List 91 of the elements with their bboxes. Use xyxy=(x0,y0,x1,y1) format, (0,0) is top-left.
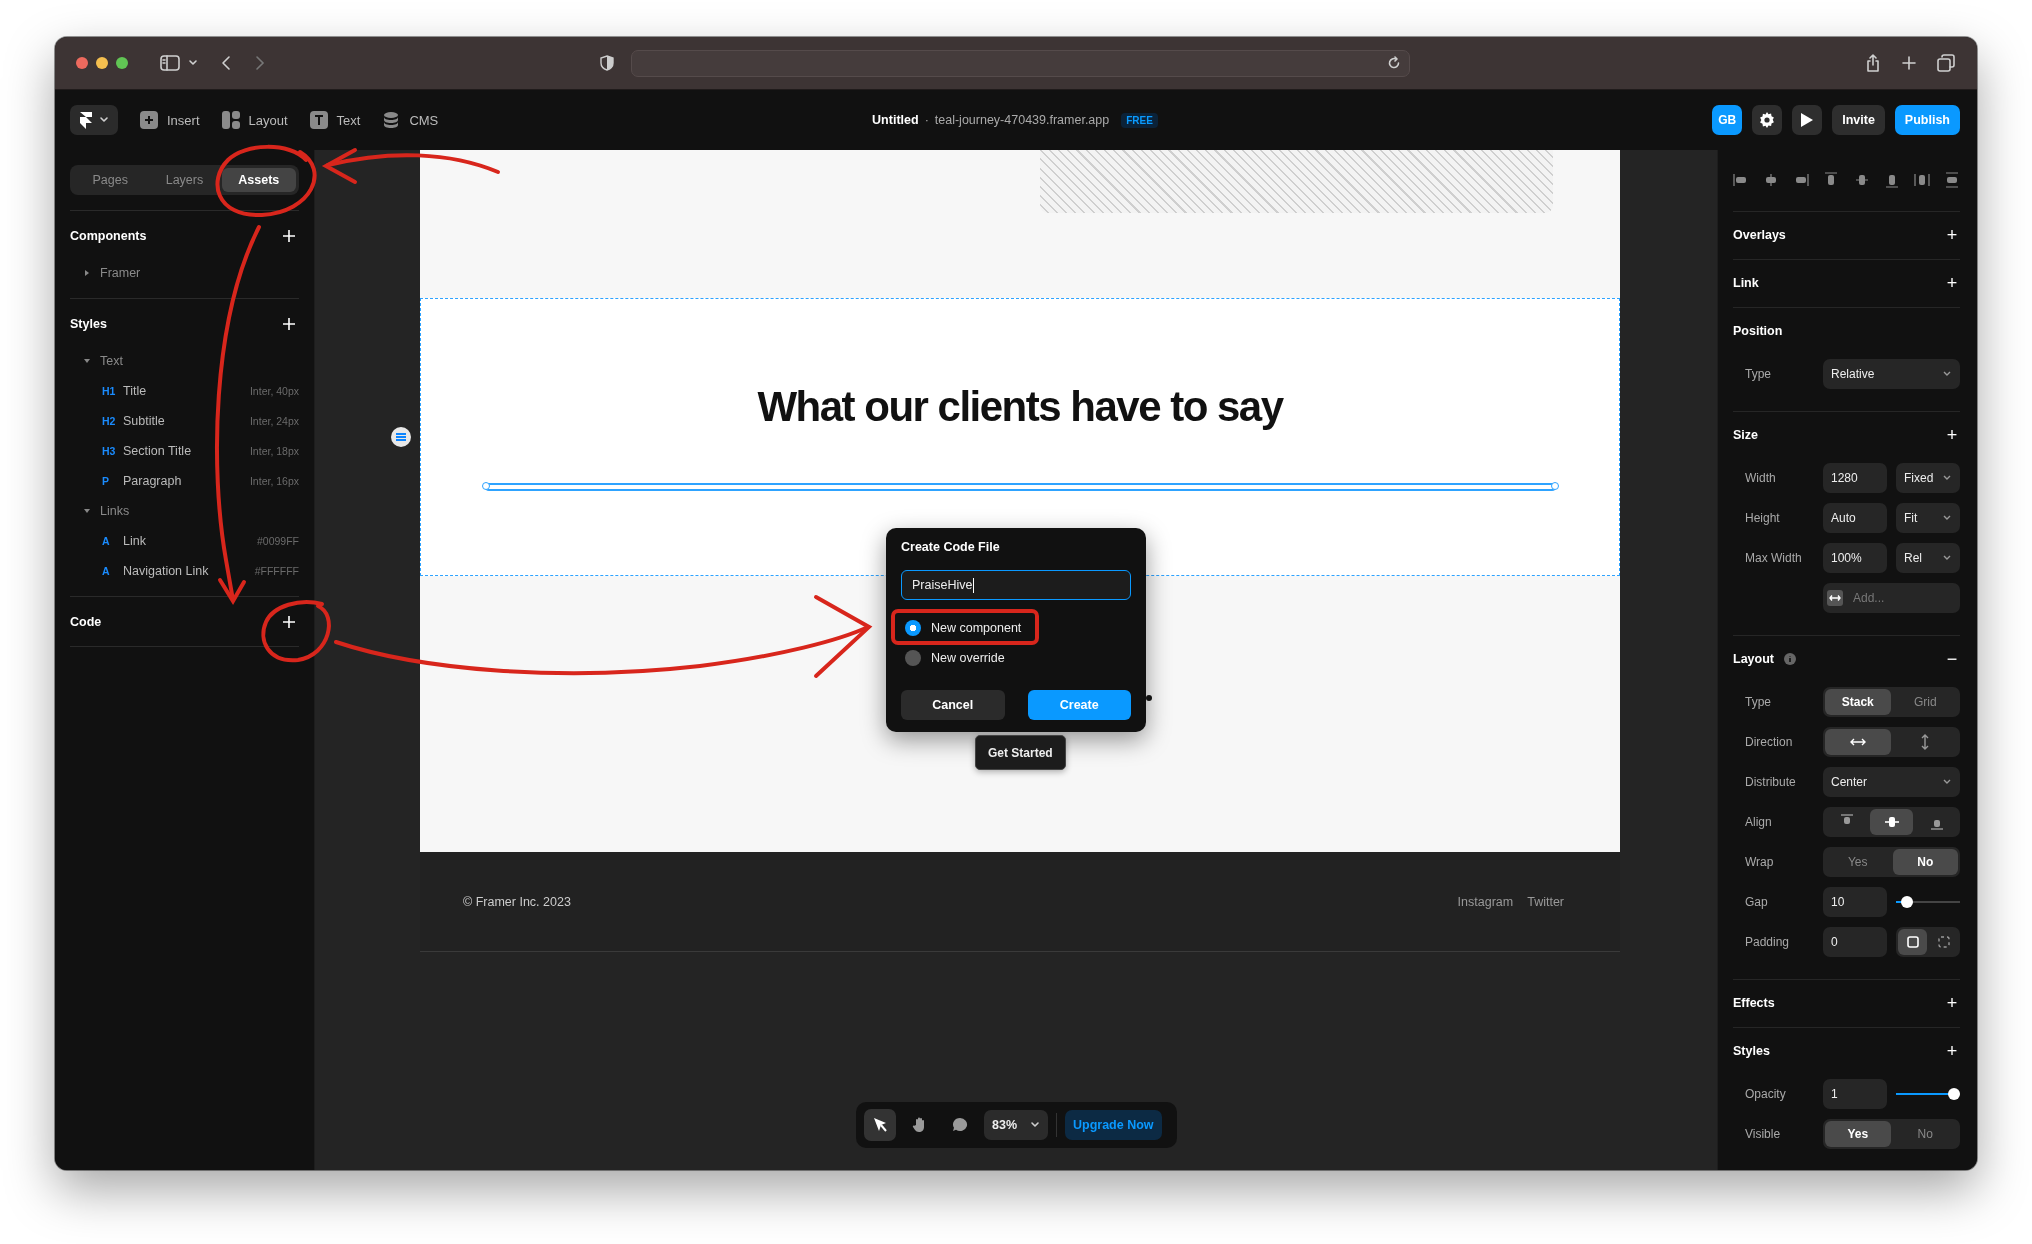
zoom-dropdown[interactable]: 83% xyxy=(984,1110,1048,1140)
separator: · xyxy=(924,113,929,127)
style-tag: A xyxy=(102,565,123,577)
style-detail: Inter, 18px xyxy=(249,445,299,457)
style-tag: H3 xyxy=(102,445,123,457)
section-title: Components xyxy=(70,229,147,243)
dialog-title: Create Code File xyxy=(901,540,1001,556)
segment-option[interactable]: No xyxy=(1892,849,1958,875)
plan-badge: FREE xyxy=(1121,112,1158,128)
style-name[interactable]: Paragraph xyxy=(123,474,250,488)
number-field[interactable]: Auto xyxy=(1823,503,1887,533)
number-field[interactable]: 0 xyxy=(1823,927,1887,957)
field-label: Distribute xyxy=(1744,775,1797,789)
style-name[interactable]: Navigation Link xyxy=(123,564,255,578)
style-tag: H1 xyxy=(102,385,123,397)
footer-link[interactable]: Twitter xyxy=(1527,894,1564,909)
section-title: Styles xyxy=(1733,1044,1770,1058)
number-field[interactable]: 100% xyxy=(1823,543,1887,573)
section-action-button[interactable]: + xyxy=(1944,225,1960,245)
style-name[interactable]: Section Title xyxy=(123,444,250,458)
segment-option[interactable]: Grid xyxy=(1892,689,1958,715)
section-title: Overlays xyxy=(1733,228,1786,242)
field-label: Height xyxy=(1744,511,1781,525)
field-label: Wrap xyxy=(1744,855,1775,869)
number-field[interactable]: 1 xyxy=(1823,1079,1887,1109)
dropdown[interactable]: Center xyxy=(1823,767,1960,797)
group-label[interactable]: Framer xyxy=(100,266,141,280)
section-title: Size xyxy=(1733,428,1758,442)
section-action-button[interactable]: + xyxy=(1944,993,1960,1013)
section-title: Layout xyxy=(1733,652,1774,666)
number-field[interactable]: 10 xyxy=(1823,887,1887,917)
section-title: Link xyxy=(1733,276,1759,290)
field-label: Max Width xyxy=(1744,551,1803,565)
dropdown[interactable]: Rel xyxy=(1896,543,1960,573)
segment-option[interactable]: Yes xyxy=(1825,1121,1891,1147)
field-label: Gap xyxy=(1744,895,1769,909)
section-action-button[interactable]: − xyxy=(1944,649,1960,669)
section-action-button[interactable]: + xyxy=(1944,425,1960,445)
upgrade-button[interactable]: Upgrade Now xyxy=(1065,1110,1162,1140)
name-input-field[interactable]: PraiseHive xyxy=(901,570,1131,600)
style-name[interactable]: Link xyxy=(123,534,257,548)
section-action-button[interactable]: + xyxy=(1944,273,1960,293)
style-tag: A xyxy=(102,535,123,547)
field-label: Type xyxy=(1744,695,1772,709)
invite-button[interactable]: Invite xyxy=(1832,105,1885,135)
group-label[interactable]: Text xyxy=(100,354,123,368)
footer-text: © Framer Inc. 2023 xyxy=(463,894,571,909)
section-title: Code xyxy=(70,615,102,629)
field-label: Direction xyxy=(1744,735,1794,749)
page-heading: What our clients have to say xyxy=(757,383,1283,431)
tab[interactable]: Assets xyxy=(221,168,296,192)
field-label: Padding xyxy=(1744,935,1791,949)
toolbar-button[interactable]: CMS xyxy=(382,111,439,129)
style-detail: #FFFFFF xyxy=(254,565,299,577)
style-tag: H2 xyxy=(102,415,123,427)
style-name[interactable]: Title xyxy=(123,384,250,398)
dropdown[interactable]: Fixed xyxy=(1896,463,1960,493)
field-label: Type xyxy=(1744,367,1772,381)
segment-option[interactable]: Stack xyxy=(1825,689,1891,715)
radio-label[interactable]: New override xyxy=(931,651,1005,665)
segment-option[interactable]: Yes xyxy=(1825,849,1891,875)
dropdown[interactable]: Fit xyxy=(1896,503,1960,533)
field-label: Width xyxy=(1744,471,1777,485)
project-title: Untitled xyxy=(872,113,919,127)
toolbar-button[interactable]: Insert xyxy=(140,111,200,129)
style-tag: P xyxy=(102,475,123,487)
style-name[interactable]: Subtitle xyxy=(123,414,250,428)
toolbar-button[interactable]: Text xyxy=(309,111,361,129)
style-detail: Inter, 40px xyxy=(249,385,299,397)
field-label: Visible xyxy=(1744,1127,1782,1141)
tab[interactable]: Pages xyxy=(73,168,148,192)
cancel-button[interactable]: Cancel xyxy=(901,690,1005,720)
style-detail: #0099FF xyxy=(256,535,299,547)
toolbar-button[interactable]: Layout xyxy=(221,111,288,129)
section-action-button[interactable]: + xyxy=(1944,1041,1960,1061)
dropdown[interactable]: Relative xyxy=(1823,359,1960,389)
section-title: Position xyxy=(1733,324,1783,338)
segment-option[interactable]: No xyxy=(1892,1121,1958,1147)
section-title: Styles xyxy=(70,317,107,331)
section-title: Effects xyxy=(1733,996,1775,1010)
field-label: Align xyxy=(1744,815,1773,829)
group-label[interactable]: Links xyxy=(100,504,130,518)
field-label: Opacity xyxy=(1744,1087,1787,1101)
number-field[interactable]: 1280 xyxy=(1823,463,1887,493)
style-detail: Inter, 24px xyxy=(249,415,299,427)
project-url[interactable]: teal-journey-470439.framer.app xyxy=(934,113,1110,127)
tab[interactable]: Layers xyxy=(147,168,222,192)
style-detail: Inter, 16px xyxy=(249,475,299,487)
footer-link[interactable]: Instagram xyxy=(1457,894,1514,909)
radio-label[interactable]: New component xyxy=(931,621,1022,635)
tooltip: Get Started xyxy=(975,735,1066,770)
